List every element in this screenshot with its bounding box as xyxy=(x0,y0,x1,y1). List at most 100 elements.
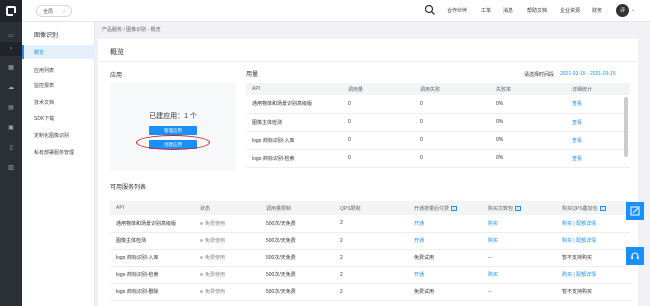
col-qps-limit: QPS限制 xyxy=(334,201,408,215)
side-item-custom[interactable]: 定制化图像识别 xyxy=(22,128,95,142)
table-header: API 状态 调用量限制 QPS限制 开通按量后付费? 购买次数包? 购买QPS… xyxy=(110,201,630,215)
qps-buy-link[interactable]: 购买 | 配额详情 xyxy=(556,215,630,233)
call-limit: 500次/天免费 xyxy=(260,232,334,250)
usage-table: API 调用量 调用失败 失败率 详细统计 通用物体和场景识别高级版 0 0 0… xyxy=(246,83,630,171)
chevron-down-icon[interactable]: ⌄ xyxy=(631,7,635,13)
table-header: API 调用量 调用失败 失败率 详细统计 xyxy=(246,83,630,95)
call-limit: 500次/天免费 xyxy=(260,215,334,233)
doc-icon[interactable]: ▯ xyxy=(6,142,16,152)
top-bar: 全局 ⌄ 合作伙伴 工单 消息 帮助文档 企业资源 财务 评 ⌄ xyxy=(0,0,650,22)
image-icon[interactable]: ▣ xyxy=(6,122,16,132)
view-link[interactable]: 查看 xyxy=(566,113,630,132)
expand-icon[interactable]: › xyxy=(0,42,22,56)
status-text: 免费使用 xyxy=(205,238,226,244)
col-calls: 调用量 xyxy=(342,83,414,95)
nav-tickets[interactable]: 工单 xyxy=(481,7,491,14)
table-row: logo 商标识别-检索 免费使用 500次/天免费 2 开通 购买 购买 | … xyxy=(110,266,630,284)
logo-icon[interactable] xyxy=(0,0,22,22)
buy-link[interactable]: 购买 xyxy=(482,215,556,233)
region-select[interactable]: 全局 ⌄ xyxy=(36,5,72,17)
fail-rate-value: 0% xyxy=(490,113,566,132)
status-text: 免费使用 xyxy=(205,255,226,261)
side-item-monitor[interactable]: 监控报表 xyxy=(22,78,95,92)
api-name: logo 商标识别-删除 xyxy=(110,283,194,301)
edit-icon[interactable] xyxy=(626,202,644,220)
buy-link[interactable]: 购买 xyxy=(482,266,556,284)
usage-scrollbar[interactable] xyxy=(624,97,628,157)
date-range-picker[interactable]: 2021-03-15 - 2021-03-15 xyxy=(560,71,616,77)
divider xyxy=(98,61,638,62)
status-dot xyxy=(200,221,203,225)
api-name: 通用物体和场景识别高级版 xyxy=(110,215,194,233)
status-dot xyxy=(200,273,203,277)
qps-na: 暂不支持购买 xyxy=(556,249,630,267)
chart-icon[interactable]: ▥ xyxy=(6,162,16,172)
nav-help-docs[interactable]: 帮助文档 xyxy=(527,7,547,14)
enable-link[interactable]: 开通 xyxy=(408,266,482,284)
status-cell: 免费使用 xyxy=(194,232,260,250)
nav-messages[interactable]: 消息 xyxy=(503,7,513,14)
nav-finance[interactable]: 财务 xyxy=(592,7,602,14)
qps-limit: 2 xyxy=(334,266,408,284)
services-table: API 状态 调用量限制 QPS限制 开通按量后付费? 购买次数包? 购买QPS… xyxy=(110,201,630,306)
api-name: 通用物体和场景识别高级版 xyxy=(246,95,342,114)
nav-enterprise[interactable]: 企业资源 xyxy=(560,7,580,14)
info-icon[interactable]: ? xyxy=(599,205,606,211)
api-name: 图像主体检测 xyxy=(246,113,342,132)
page-title: 概览 xyxy=(110,49,124,56)
fail-rate-value: 0% xyxy=(490,131,566,150)
col-postpaid-label: 开通按量后付费 xyxy=(414,205,450,212)
side-item-docs[interactable]: 技术文档 xyxy=(22,95,95,109)
app-count: 已建应用：1 个 xyxy=(149,113,197,120)
product-rail: ▭ › ▦ ☁ ▤ ▣ ▯ ▥ xyxy=(0,22,22,306)
col-call-limit: 调用量限制 xyxy=(260,201,334,215)
table-row: logo 商标识别-入库 0 0 0% 查看 xyxy=(246,131,630,150)
view-link[interactable]: 查看 xyxy=(566,149,630,168)
side-menu: 图像识别 概览 应用列表 监控报表 技术文档 SDK下载 定制化图像识别 私有部… xyxy=(22,22,95,306)
chevron-down-icon: ⌄ xyxy=(61,8,66,14)
status-dot xyxy=(200,290,203,294)
table-row: 图像主体检测 免费使用 500次/天免费 2 开通 购买 购买 | 配额详情 xyxy=(110,232,630,250)
server-icon[interactable]: ▤ xyxy=(6,102,16,112)
search-icon[interactable] xyxy=(424,4,436,16)
side-item-private[interactable]: 私有部署服务管理 xyxy=(22,145,95,159)
api-name: logo 商标识别-检索 xyxy=(110,266,194,284)
headset-icon[interactable] xyxy=(626,247,644,265)
status-text: 免费使用 xyxy=(205,289,226,295)
col-qps-pack: 购买QPS叠加包? xyxy=(556,201,630,215)
qps-buy-link[interactable]: 购买 | 配额详情 xyxy=(556,232,630,250)
menu-icon[interactable]: ▭ xyxy=(6,30,16,40)
qps-limit: 2 xyxy=(334,249,408,267)
cloud-icon[interactable]: ☁ xyxy=(6,82,16,92)
main-card: 概览 应用 用量 请选择时间段 2021-03-15 - 2021-03-15 … xyxy=(98,39,638,306)
status-cell: 免费使用 xyxy=(194,266,260,284)
info-icon[interactable]: ? xyxy=(515,205,522,211)
col-call-pack-label: 购买次数包 xyxy=(488,205,514,212)
view-link[interactable]: 查看 xyxy=(566,95,630,114)
col-failures: 调用失败 xyxy=(414,83,490,95)
status-cell: 免费使用 xyxy=(194,215,260,233)
breadcrumb: 产品服务 / 图像识别 - 概览 xyxy=(102,27,161,33)
side-item-sdk[interactable]: SDK下载 xyxy=(22,111,95,125)
calls-value: 0 xyxy=(342,95,414,114)
app-summary: 已建应用：1 个 管理应用 创建应用 xyxy=(110,83,236,171)
buy-na: -- xyxy=(482,283,556,301)
qps-limit: 2 xyxy=(334,232,408,250)
buy-link[interactable]: 购买 xyxy=(482,232,556,250)
side-item-apps[interactable]: 应用列表 xyxy=(22,63,95,77)
enable-link[interactable]: 开通 xyxy=(408,215,482,233)
grid-icon[interactable]: ▦ xyxy=(6,62,16,72)
call-limit: 500次/天免费 xyxy=(260,249,334,267)
nav-partners[interactable]: 合作伙伴 xyxy=(447,7,467,14)
manage-apps-button[interactable]: 管理应用 xyxy=(149,126,197,135)
qps-buy-link[interactable]: 购买 | 配额详情 xyxy=(556,266,630,284)
view-link[interactable]: 查看 xyxy=(566,131,630,150)
col-api: API xyxy=(246,83,342,95)
side-item-overview[interactable]: 概览 xyxy=(22,45,95,59)
avatar[interactable]: 评 xyxy=(616,4,629,17)
info-icon[interactable]: ? xyxy=(451,205,458,211)
api-name: logo 商标识别-检索 xyxy=(246,149,342,168)
enable-link[interactable]: 开通 xyxy=(408,232,482,250)
fail-rate-value: 0% xyxy=(490,95,566,114)
side-menu-title: 图像识别 xyxy=(34,33,59,39)
